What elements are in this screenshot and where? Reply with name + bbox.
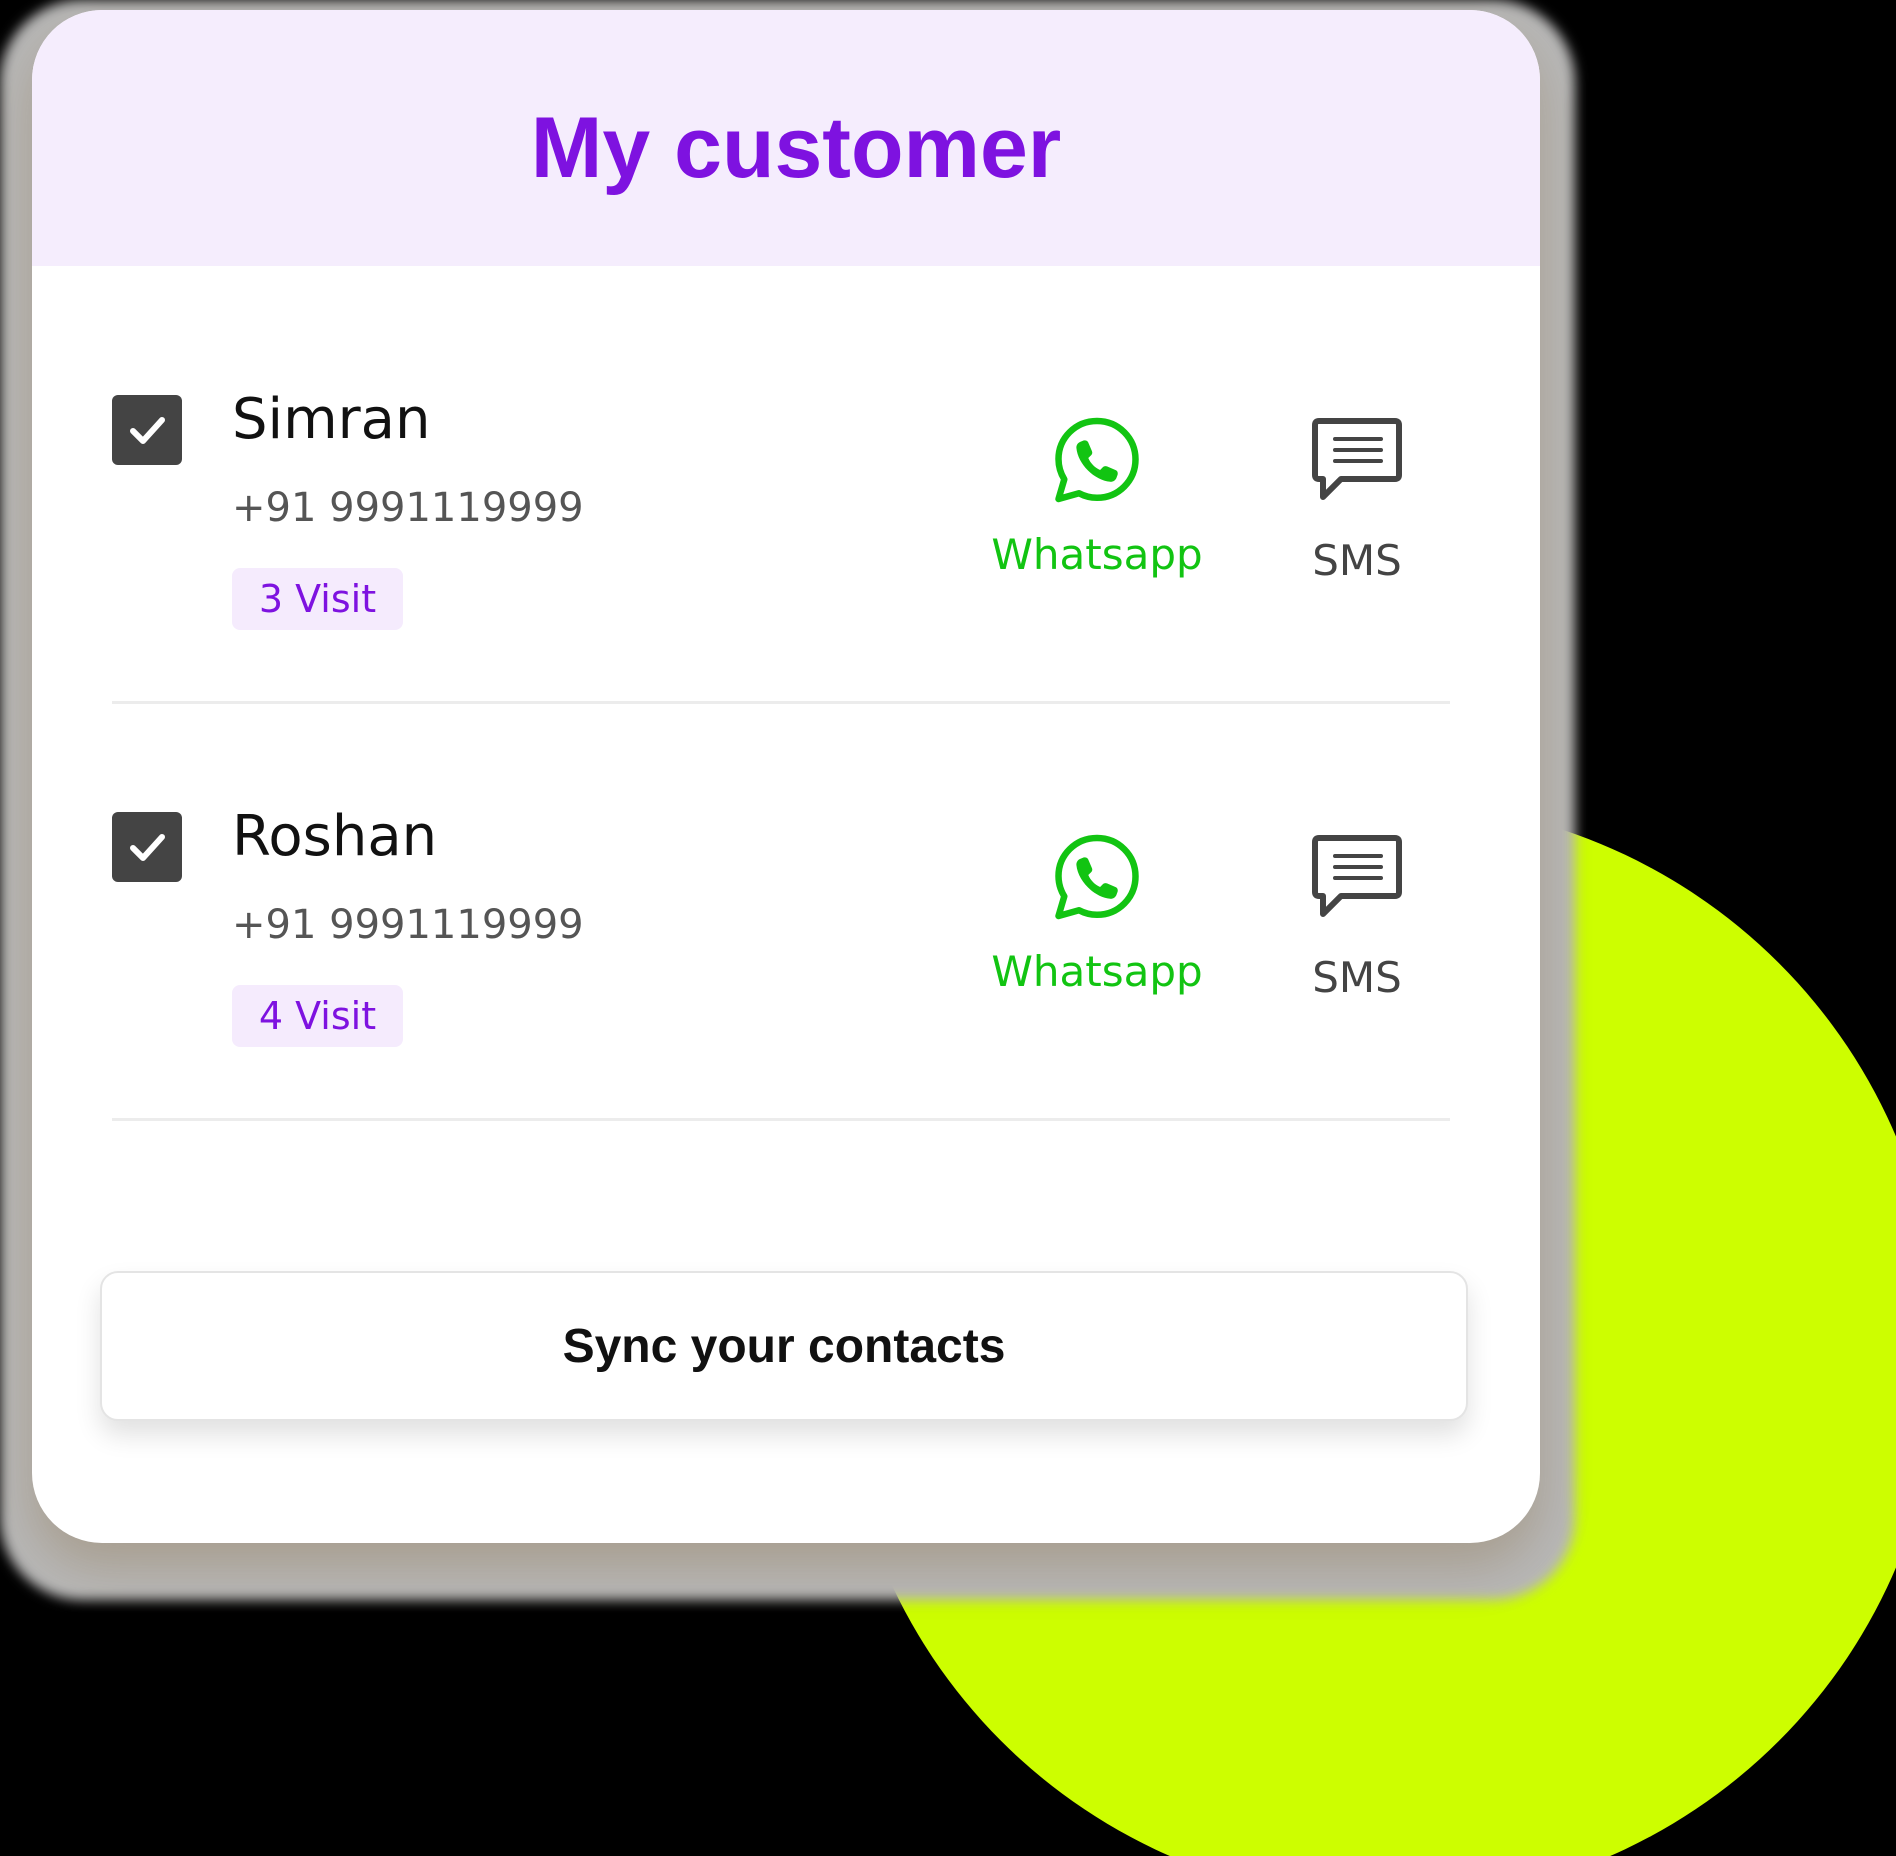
row-divider — [112, 701, 1450, 704]
message-icon — [1312, 418, 1402, 500]
check-icon — [130, 834, 165, 861]
customer-row: Roshan +91 9991119999 4 Visit Whatsapp S… — [32, 797, 1540, 1097]
row-divider — [112, 1118, 1450, 1121]
customer-checkbox[interactable] — [112, 812, 182, 882]
check-icon — [130, 417, 165, 444]
sms-label: SMS — [1312, 953, 1402, 1002]
whatsapp-button[interactable]: Whatsapp — [982, 415, 1212, 583]
whatsapp-icon — [1055, 417, 1139, 503]
sms-label: SMS — [1312, 536, 1402, 585]
customer-row: Simran +91 9991119999 3 Visit Whatsapp S… — [32, 380, 1540, 680]
sms-button[interactable]: SMS — [1272, 415, 1442, 589]
page-title: My customer — [530, 99, 1062, 196]
customer-phone: +91 9991119999 — [232, 485, 584, 531]
card-header: My customer — [32, 10, 1540, 266]
sync-contacts-button[interactable]: Sync your contacts — [100, 1271, 1468, 1421]
whatsapp-label: Whatsapp — [991, 530, 1203, 579]
whatsapp-label: Whatsapp — [991, 947, 1203, 996]
customer-phone: +91 9991119999 — [232, 902, 584, 948]
customer-name: Simran — [232, 387, 431, 452]
message-icon — [1312, 835, 1402, 917]
whatsapp-button[interactable]: Whatsapp — [982, 832, 1212, 1000]
visit-badge: 4 Visit — [232, 985, 403, 1047]
customer-card: My customer Simran +91 9991119999 3 Visi… — [32, 10, 1540, 1543]
customer-name: Roshan — [232, 804, 438, 869]
sms-button[interactable]: SMS — [1272, 832, 1442, 1006]
visit-badge: 3 Visit — [232, 568, 403, 630]
customer-checkbox[interactable] — [112, 395, 182, 465]
whatsapp-icon — [1055, 834, 1139, 920]
stage: My customer Simran +91 9991119999 3 Visi… — [0, 0, 1896, 1856]
sync-contacts-label: Sync your contacts — [562, 1319, 1006, 1373]
